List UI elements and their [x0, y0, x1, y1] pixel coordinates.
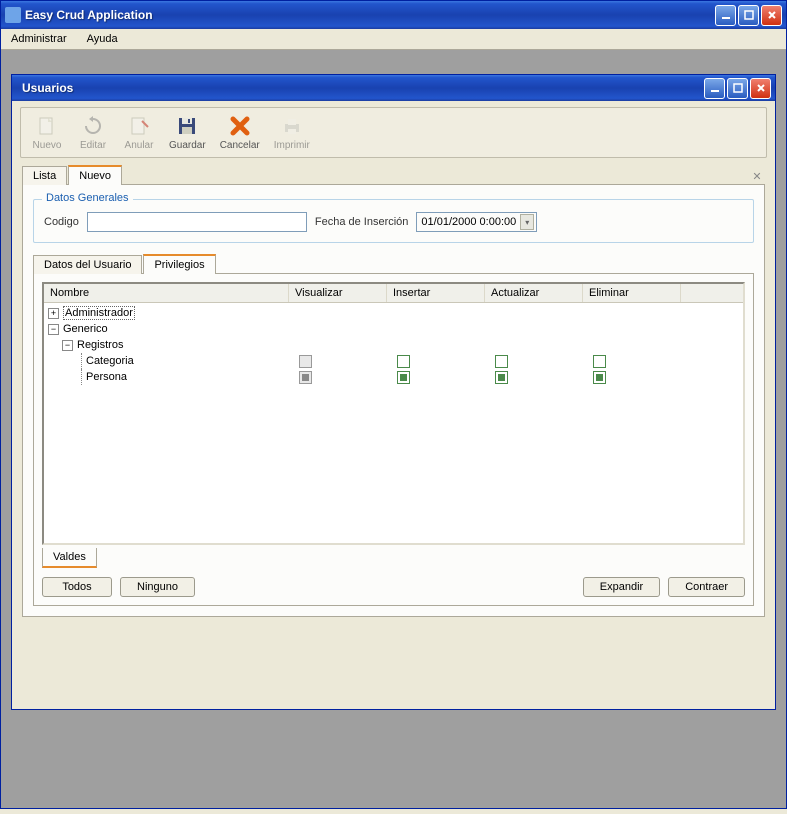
- checkbox-persona-visualizar[interactable]: [299, 371, 312, 384]
- menu-ayuda[interactable]: Ayuda: [83, 31, 122, 47]
- label-codigo: Codigo: [44, 216, 79, 228]
- checkbox-categoria-eliminar[interactable]: [593, 355, 606, 368]
- input-codigo[interactable]: [87, 212, 307, 232]
- toolbar-nuevo-button[interactable]: Nuevo: [27, 112, 67, 153]
- label-fecha: Fecha de Inserción: [315, 216, 409, 228]
- checkbox-categoria-visualizar[interactable]: [299, 355, 312, 368]
- fieldset-datos-generales: Datos Generales Codigo Fecha de Inserció…: [33, 199, 754, 243]
- panel-privilegios: Nombre Visualizar Insertar Actualizar El…: [33, 273, 754, 606]
- cancel-icon: [228, 114, 252, 138]
- tab-close-icon[interactable]: ✕: [749, 168, 765, 184]
- node-label[interactable]: Registros: [77, 339, 123, 351]
- new-document-icon: [35, 114, 59, 138]
- main-close-button[interactable]: [761, 5, 782, 26]
- node-label[interactable]: Generico: [63, 323, 108, 335]
- header-actualizar[interactable]: Actualizar: [485, 284, 583, 302]
- node-label[interactable]: Administrador: [63, 306, 135, 320]
- toolbar-guardar-button[interactable]: Guardar: [165, 112, 210, 153]
- checkbox-persona-eliminar[interactable]: [593, 371, 606, 384]
- toolbar-editar-button[interactable]: Editar: [73, 112, 113, 153]
- main-minimize-button[interactable]: [715, 5, 736, 26]
- main-titlebar[interactable]: Easy Crud Application: [1, 1, 786, 29]
- button-ninguno[interactable]: Ninguno: [120, 577, 195, 597]
- main-maximize-button[interactable]: [738, 5, 759, 26]
- child-title: Usuarios: [16, 81, 704, 95]
- privileges-grid: Nombre Visualizar Insertar Actualizar El…: [42, 282, 745, 545]
- collapse-icon[interactable]: −: [62, 340, 73, 351]
- child-minimize-button[interactable]: [704, 78, 725, 99]
- app-title: Easy Crud Application: [25, 8, 715, 22]
- input-fecha-insercion[interactable]: 01/01/2000 0:00:00 ▾: [416, 212, 537, 232]
- node-label[interactable]: Categoria: [86, 355, 134, 367]
- node-label[interactable]: Persona: [86, 371, 127, 383]
- button-todos[interactable]: Todos: [42, 577, 112, 597]
- toolbar-imprimir-button[interactable]: Imprimir: [270, 112, 314, 153]
- tree-node-categoria: Categoria: [48, 353, 739, 369]
- menubar: Administrar Ayuda: [1, 29, 786, 50]
- expand-icon[interactable]: +: [48, 308, 59, 319]
- tree-node-generico: −Generico: [48, 321, 739, 337]
- toolbar-anular-button[interactable]: Anular: [119, 112, 159, 153]
- tree-node-administrador: + Administrador: [48, 305, 739, 321]
- print-icon: [280, 114, 304, 138]
- header-nombre[interactable]: Nombre: [44, 284, 289, 302]
- tab-nuevo[interactable]: Nuevo: [68, 165, 122, 185]
- save-icon: [175, 114, 199, 138]
- grid-header: Nombre Visualizar Insertar Actualizar El…: [44, 284, 743, 303]
- tree-node-persona: Persona: [48, 369, 739, 385]
- toolbar: Nuevo Editar Anular Guardar: [20, 107, 767, 158]
- fecha-value: 01/01/2000 0:00:00: [421, 216, 516, 228]
- child-titlebar[interactable]: Usuarios: [12, 75, 775, 101]
- main-window: Easy Crud Application Administrar Ayuda …: [0, 0, 787, 809]
- mdi-area: Usuarios Nuevo Editar: [1, 50, 786, 808]
- tree-node-registros: −Registros: [48, 337, 739, 353]
- header-eliminar[interactable]: Eliminar: [583, 284, 681, 302]
- tab-valdes[interactable]: Valdes: [42, 548, 97, 568]
- button-contraer[interactable]: Contraer: [668, 577, 745, 597]
- child-window-usuarios: Usuarios Nuevo Editar: [11, 74, 776, 710]
- checkbox-persona-insertar[interactable]: [397, 371, 410, 384]
- tab-panel-nuevo: Datos Generales Codigo Fecha de Inserció…: [22, 184, 765, 617]
- bottom-tabs: Valdes: [42, 549, 745, 569]
- refresh-icon: [81, 114, 105, 138]
- header-insertar[interactable]: Insertar: [387, 284, 485, 302]
- child-close-button[interactable]: [750, 78, 771, 99]
- toolbar-cancelar-button[interactable]: Cancelar: [216, 112, 264, 153]
- main-tabs: Lista Nuevo ✕: [22, 164, 765, 184]
- legend-datos-generales: Datos Generales: [42, 192, 133, 204]
- checkbox-persona-actualizar[interactable]: [495, 371, 508, 384]
- checkbox-categoria-actualizar[interactable]: [495, 355, 508, 368]
- app-icon: [5, 7, 21, 23]
- checkbox-categoria-insertar[interactable]: [397, 355, 410, 368]
- child-maximize-button[interactable]: [727, 78, 748, 99]
- tab-privilegios[interactable]: Privilegios: [143, 254, 215, 274]
- privileges-tree[interactable]: +Administrador −Generico −Registros: [44, 303, 743, 543]
- button-expandir[interactable]: Expandir: [583, 577, 660, 597]
- tab-lista[interactable]: Lista: [22, 166, 67, 185]
- tab-datos-usuario[interactable]: Datos del Usuario: [33, 255, 142, 274]
- chevron-down-icon[interactable]: ▾: [520, 214, 534, 230]
- header-visualizar[interactable]: Visualizar: [289, 284, 387, 302]
- menu-administrar[interactable]: Administrar: [7, 31, 71, 47]
- collapse-icon[interactable]: −: [48, 324, 59, 335]
- annul-icon: [127, 114, 151, 138]
- inner-tabs: Datos del Usuario Privilegios: [33, 253, 754, 273]
